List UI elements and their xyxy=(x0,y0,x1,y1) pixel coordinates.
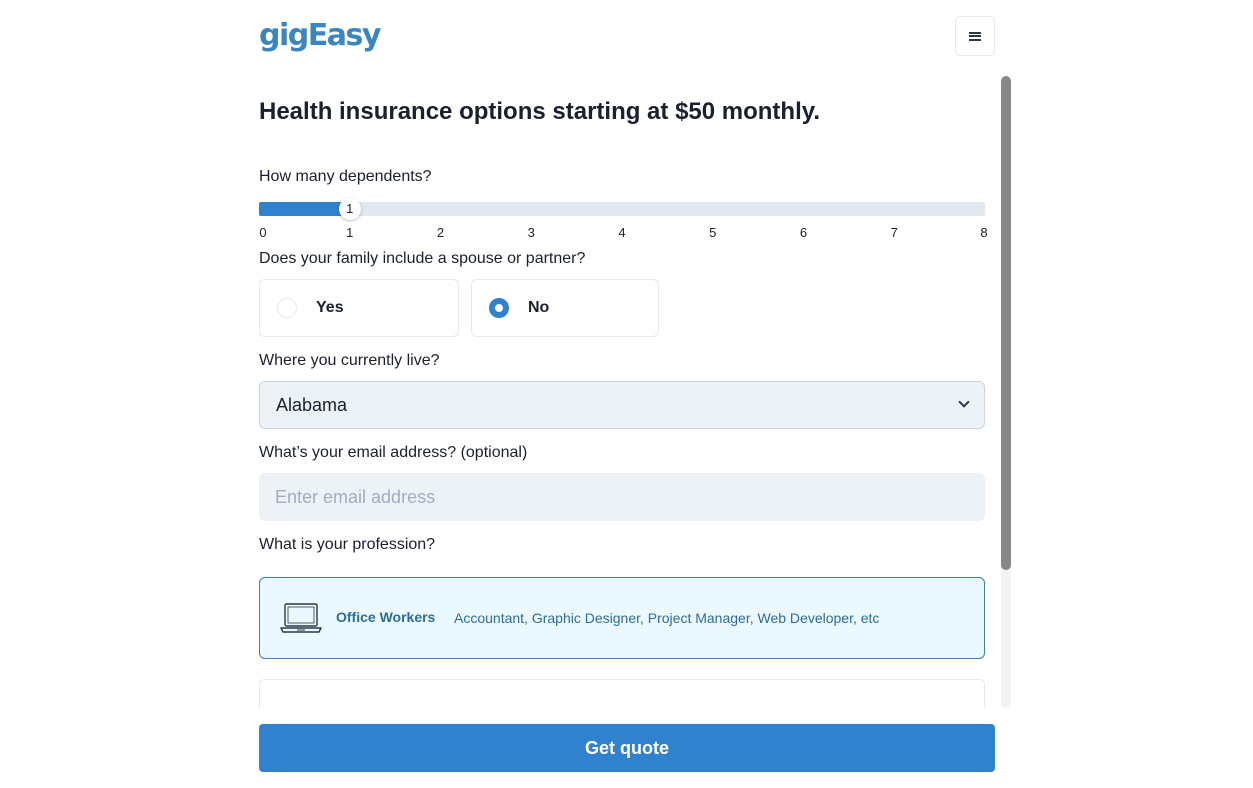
spouse-option-no[interactable]: No xyxy=(471,279,659,337)
email-label: What’s your email address? (optional) xyxy=(259,444,528,461)
state-select[interactable]: Alabama xyxy=(259,381,985,429)
slider-tick-label: 8 xyxy=(980,225,988,240)
logo[interactable]: gigEasy xyxy=(259,18,381,53)
dependents-slider[interactable]: 1 xyxy=(259,198,985,220)
helmet-icon xyxy=(284,698,318,708)
radio-label-no: No xyxy=(528,299,550,316)
slider-tick-label: 4 xyxy=(618,225,626,240)
spouse-option-yes[interactable]: Yes xyxy=(259,279,459,337)
profession-name: Office Workers xyxy=(336,609,436,625)
slider-tick-label: 7 xyxy=(890,225,898,240)
slider-tick-label: 3 xyxy=(527,225,535,240)
laptop-icon xyxy=(280,603,322,633)
radio-label-yes: Yes xyxy=(316,299,344,316)
footer: Get quote xyxy=(0,708,1253,788)
profession-option-office-workers[interactable]: Office Workers Accountant, Graphic Desig… xyxy=(259,577,985,659)
slider-tick-label: 0 xyxy=(259,225,267,240)
spouse-label: Does your family include a spouse or par… xyxy=(259,250,586,267)
radio-checked-icon[interactable] xyxy=(489,298,509,318)
profession-label: What is your profession? xyxy=(259,536,436,553)
form-scroll-area: Health insurance options starting at $50… xyxy=(0,68,1253,708)
slider-tick-label: 1 xyxy=(346,225,354,240)
dependents-label: How many dependents? xyxy=(259,168,432,185)
slider-fill xyxy=(259,202,350,216)
scrollbar-thumb[interactable] xyxy=(1001,76,1011,570)
scrollbar[interactable] xyxy=(1001,76,1011,708)
slider-tick-label: 2 xyxy=(436,225,445,240)
hamburger-icon xyxy=(969,31,981,41)
profession-option-2[interactable] xyxy=(259,679,985,708)
slider-tick-label: 5 xyxy=(709,225,717,240)
location-label: Where you currently live? xyxy=(259,352,440,369)
email-input[interactable] xyxy=(259,473,985,521)
get-quote-button[interactable]: Get quote xyxy=(259,724,995,772)
chevron-down-icon xyxy=(958,396,970,408)
slider-thumb[interactable]: 1 xyxy=(338,198,361,220)
slider-tick-label: 6 xyxy=(799,225,808,240)
page-title: Health insurance options starting at $50… xyxy=(259,98,820,125)
menu-button[interactable] xyxy=(955,16,995,56)
state-select-value: Alabama xyxy=(276,395,348,415)
radio-unchecked-icon[interactable] xyxy=(277,298,297,318)
profession-description: Accountant, Graphic Designer, Project Ma… xyxy=(454,610,880,626)
header: gigEasy xyxy=(259,16,995,56)
slider-ticks: 0 1 2 3 4 5 6 7 8 xyxy=(259,225,988,241)
